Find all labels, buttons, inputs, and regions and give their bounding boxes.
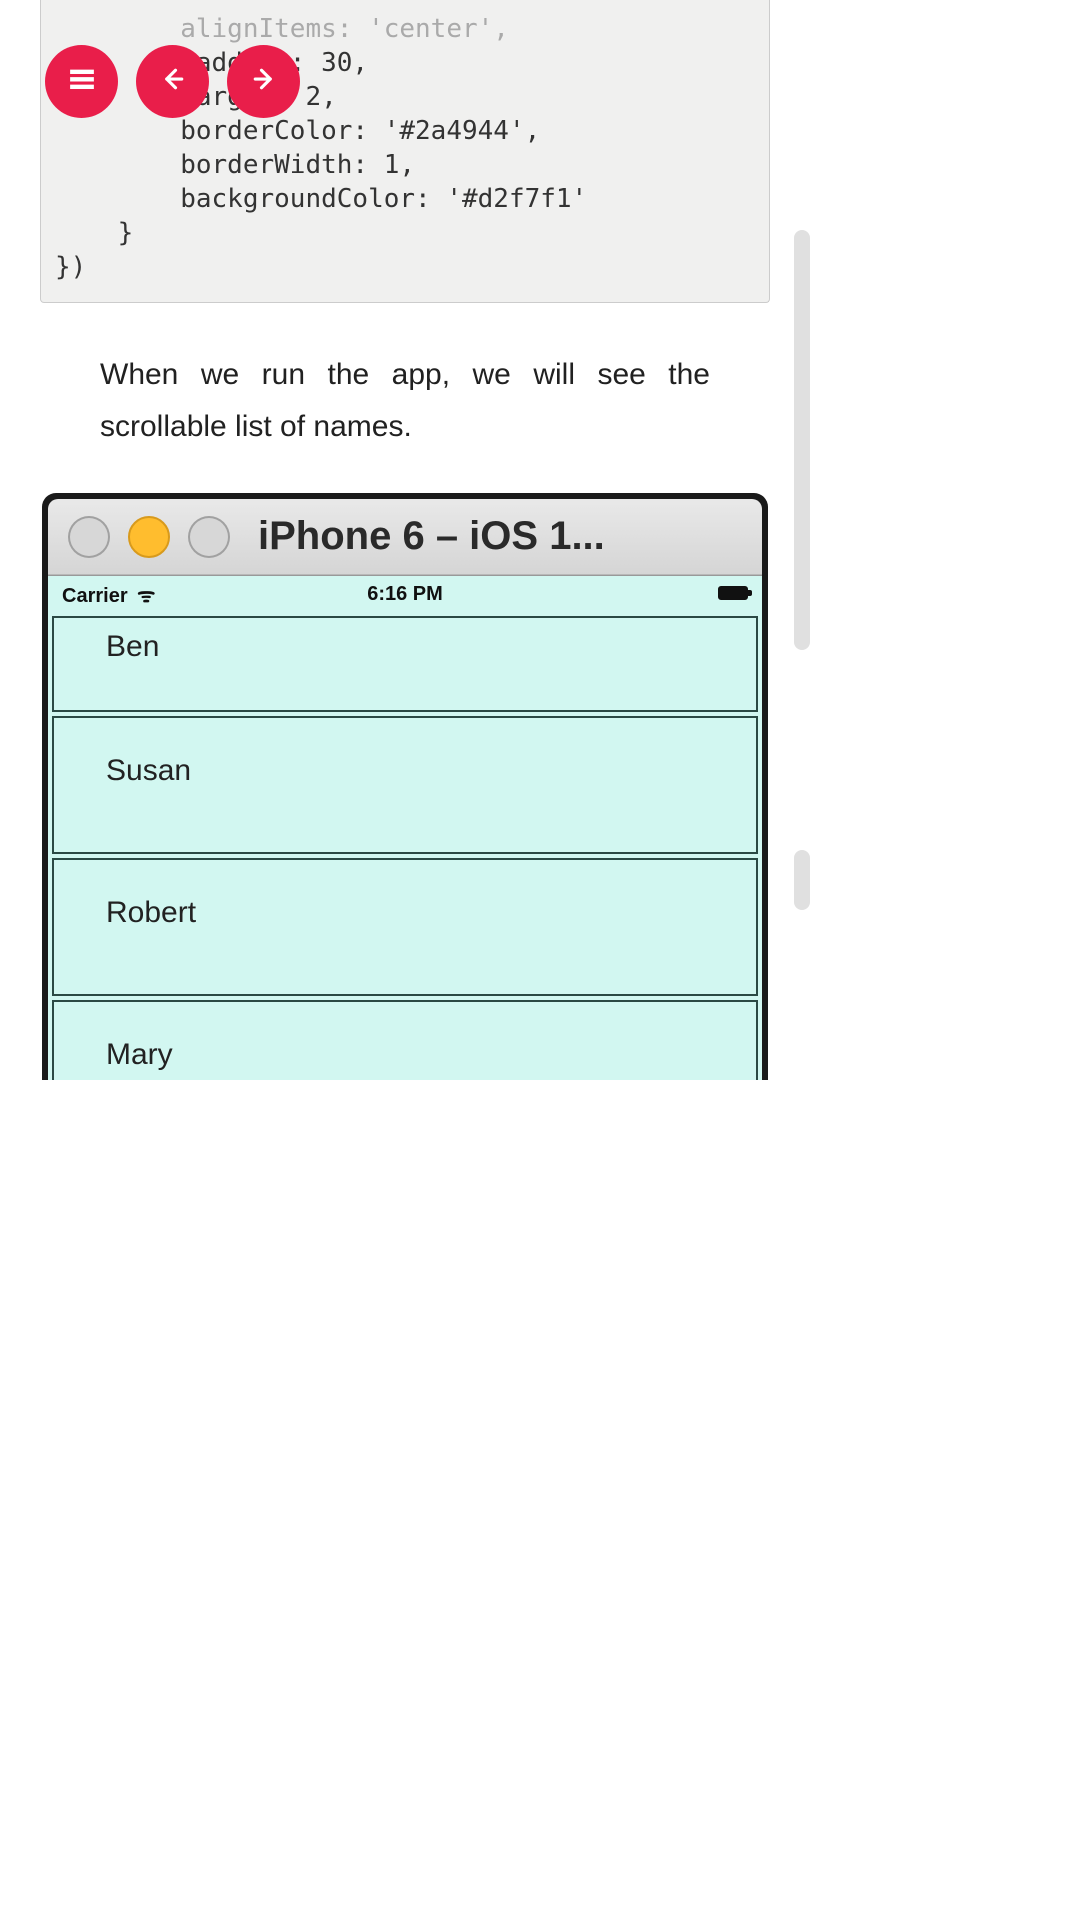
arrow-left-icon xyxy=(158,64,188,99)
window-minimize-icon[interactable] xyxy=(128,516,170,558)
body-paragraph: When we run the app, we will see the scr… xyxy=(40,303,770,493)
list-item-label: Susan xyxy=(106,754,191,787)
menu-icon xyxy=(67,64,97,99)
list-item-label: Mary xyxy=(106,1038,173,1071)
scrollbar-thumb[interactable] xyxy=(794,230,810,650)
floating-nav xyxy=(45,45,300,118)
code-line: borderColor: '#2a4944', xyxy=(55,116,540,146)
wifi-icon: ᯤ xyxy=(132,585,156,607)
code-line: backgroundColor: '#d2f7f1' xyxy=(55,184,587,214)
arrow-right-icon xyxy=(249,64,279,99)
status-time: 6:16 PM xyxy=(367,583,443,606)
scrollbar-thumb[interactable] xyxy=(794,850,810,910)
list-item[interactable]: Susan xyxy=(52,716,758,854)
window-zoom-icon[interactable] xyxy=(188,516,230,558)
code-line: } xyxy=(55,218,133,248)
status-bar: Carrier ᯤ 6:16 PM xyxy=(48,576,762,612)
battery-icon xyxy=(718,583,748,606)
next-button[interactable] xyxy=(227,45,300,118)
simulator-screen: Carrier ᯤ 6:16 PM Ben Susan Robert Mary xyxy=(48,575,762,1080)
simulator-titlebar: iPhone 6 – iOS 1... xyxy=(48,499,762,575)
list-item-label: Ben xyxy=(106,630,159,663)
window-close-icon[interactable] xyxy=(68,516,110,558)
list-item[interactable]: Robert xyxy=(52,858,758,996)
code-line: borderWidth: 1, xyxy=(55,150,415,180)
list-item-label: Robert xyxy=(106,896,196,929)
list-item[interactable]: Mary xyxy=(52,1000,758,1080)
code-line: }) xyxy=(55,252,86,282)
list-item[interactable]: Ben xyxy=(52,616,758,712)
simulator-window: iPhone 6 – iOS 1... Carrier ᯤ 6:16 PM Be… xyxy=(42,493,768,1080)
scrollbar[interactable] xyxy=(794,230,810,940)
code-line-faded: alignItems: 'center', xyxy=(55,14,509,44)
simulator-title: iPhone 6 – iOS 1... xyxy=(258,514,742,559)
carrier-label: Carrier ᯤ xyxy=(62,581,155,608)
page-content: alignItems: 'center', padding: 30, margi… xyxy=(0,0,810,1080)
prev-button[interactable] xyxy=(136,45,209,118)
menu-button[interactable] xyxy=(45,45,118,118)
